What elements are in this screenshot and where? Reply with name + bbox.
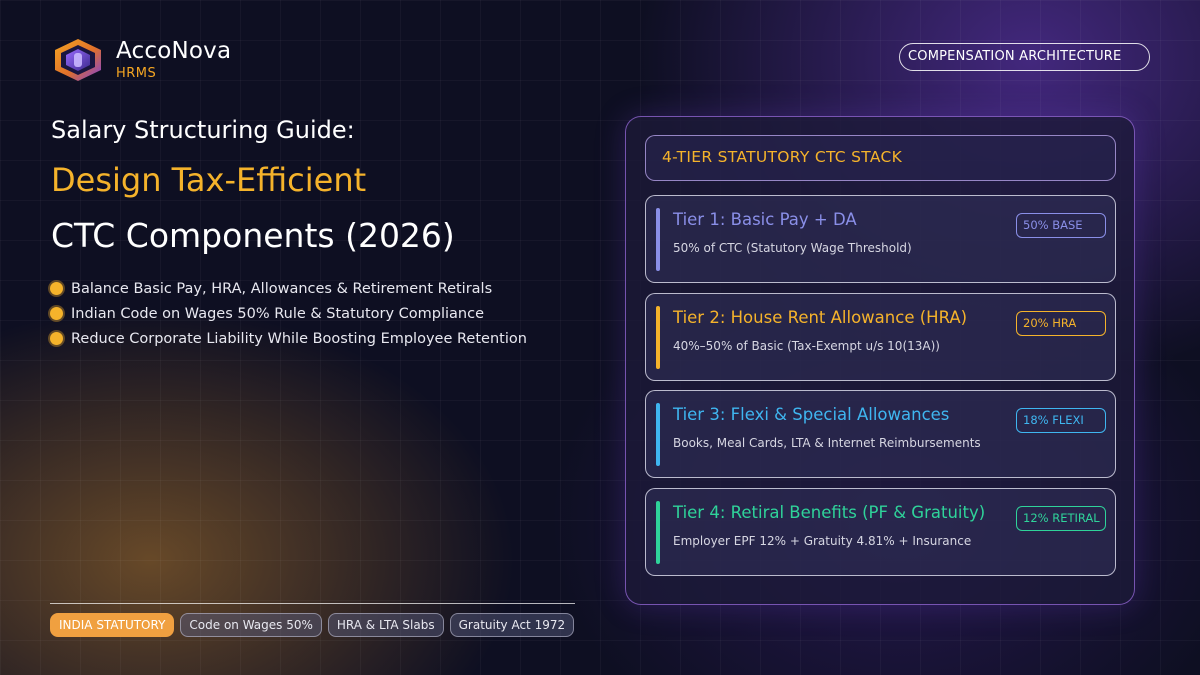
tag-india-statutory: INDIA STATUTORY xyxy=(50,613,175,637)
tier-card-4: Tier 4: Retiral Benefits (PF & Gratuity)… xyxy=(645,488,1116,576)
tier-badge: 20% HRA xyxy=(1016,311,1106,336)
tier-title: Tier 3: Flexi & Special Allowances xyxy=(673,405,950,424)
panel-header: 4-TIER STATUTORY CTC STACK xyxy=(645,135,1116,181)
footer-divider xyxy=(50,603,575,604)
tier-accent-bar xyxy=(656,501,660,564)
headline-line-2: Design Tax-Efficient xyxy=(51,161,367,199)
tag-code-on-wages: Code on Wages 50% xyxy=(180,613,322,637)
tier-description: Employer EPF 12% + Gratuity 4.81% + Insu… xyxy=(673,534,972,548)
tier-accent-bar xyxy=(656,403,660,466)
headline-line-3: CTC Components (2026) xyxy=(51,216,455,255)
bullet-text: Balance Basic Pay, HRA, Allowances & Ret… xyxy=(71,280,493,297)
feature-bullet-list: Balance Basic Pay, HRA, Allowances & Ret… xyxy=(50,276,527,351)
bullet-item: Indian Code on Wages 50% Rule & Statutor… xyxy=(50,301,527,326)
tier-card-1: Tier 1: Basic Pay + DA 50% of CTC (Statu… xyxy=(645,195,1116,283)
bullet-dot-icon xyxy=(50,282,63,295)
tier-description: 40%–50% of Basic (Tax-Exempt u/s 10(13A)… xyxy=(673,339,940,353)
tier-badge: 12% RETIRAL xyxy=(1016,506,1106,531)
brand-subtitle: HRMS xyxy=(116,66,157,81)
tier-card-3: Tier 3: Flexi & Special Allowances Books… xyxy=(645,390,1116,478)
tier-badge: 18% FLEXI xyxy=(1016,408,1106,433)
bullet-text: Indian Code on Wages 50% Rule & Statutor… xyxy=(71,305,485,322)
bullet-text: Reduce Corporate Liability While Boostin… xyxy=(71,330,527,347)
tier-description: 50% of CTC (Statutory Wage Threshold) xyxy=(673,241,912,255)
tier-accent-bar xyxy=(656,306,660,369)
tier-description: Books, Meal Cards, LTA & Internet Reimbu… xyxy=(673,436,981,450)
bullet-item: Balance Basic Pay, HRA, Allowances & Ret… xyxy=(50,276,527,301)
tier-accent-bar xyxy=(656,208,660,271)
tier-title: Tier 4: Retiral Benefits (PF & Gratuity) xyxy=(673,503,986,522)
bullet-dot-icon xyxy=(50,332,63,345)
hexagon-logo-icon xyxy=(55,39,101,81)
brand-name: AccoNova xyxy=(116,38,232,64)
tier-title: Tier 1: Basic Pay + DA xyxy=(673,210,857,229)
tier-badge: 50% BASE xyxy=(1016,213,1106,238)
headline-line-1: Salary Structuring Guide: xyxy=(51,116,355,144)
bullet-item: Reduce Corporate Liability While Boostin… xyxy=(50,326,527,351)
tier-card-2: Tier 2: House Rent Allowance (HRA) 40%–5… xyxy=(645,293,1116,381)
tier-title: Tier 2: House Rent Allowance (HRA) xyxy=(673,308,968,327)
ctc-stack-panel: 4-TIER STATUTORY CTC STACK Tier 1: Basic… xyxy=(625,116,1135,605)
tag-hra-lta: HRA & LTA Slabs xyxy=(327,613,444,637)
compensation-architecture-pill: COMPENSATION ARCHITECTURE xyxy=(899,43,1150,71)
tag-gratuity-act: Gratuity Act 1972 xyxy=(449,613,575,637)
footer-tag-list: INDIA STATUTORY Code on Wages 50% HRA & … xyxy=(50,613,575,637)
brand-logo: AccoNova HRMS xyxy=(52,38,231,82)
bullet-dot-icon xyxy=(50,307,63,320)
